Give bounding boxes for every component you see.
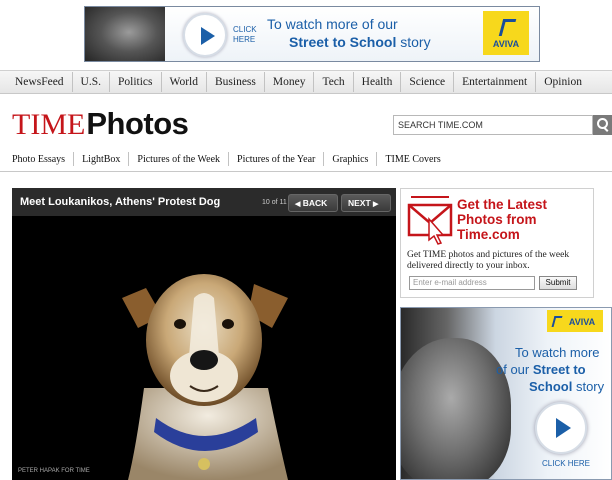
aviva-logo: AVIVA	[483, 11, 529, 55]
nav-item-newsfeed[interactable]: NewsFeed	[8, 72, 73, 92]
next-button[interactable]: NEXT ▶	[341, 194, 391, 212]
side-ad-line2-bold: Street to	[532, 362, 586, 377]
ad-text-line1: To watch more of our	[267, 16, 398, 32]
ad-child-photo-large	[401, 338, 511, 479]
subnav-item-time-covers[interactable]: TIME Covers	[377, 152, 448, 166]
envelope-icon	[407, 196, 453, 245]
nav-item-world[interactable]: World	[162, 72, 207, 92]
newsletter-headline: Get the Latest Photos from Time.com	[457, 197, 548, 242]
ad-text-rest: story	[396, 34, 431, 50]
chevron-left-icon: ◀	[295, 201, 301, 208]
gallery-counter: 10 of 11	[262, 199, 287, 206]
page: CLICK HERE To watch more of our Street t…	[0, 0, 612, 480]
nav-item-us[interactable]: U.S.	[73, 72, 110, 92]
side-ad-line3: School story	[529, 379, 604, 394]
nav-item-opinion[interactable]: Opinion	[536, 72, 590, 92]
ad-child-photo	[85, 7, 165, 61]
side-banner-ad[interactable]: AVIVA To watch more of our Street to Sch…	[400, 307, 612, 480]
subnav-item-lightbox[interactable]: LightBox	[74, 152, 130, 166]
nav-item-money[interactable]: Money	[265, 72, 315, 92]
side-ad-line2: of our Street to	[496, 362, 586, 377]
search-input[interactable]: SEARCH TIME.COM	[393, 115, 593, 135]
ad-text-bold: Street to School	[289, 34, 397, 50]
photos-subnav: Photo Essays LightBox Pictures of the We…	[0, 150, 612, 172]
newsletter-description: Get TIME photos and pictures of the week…	[407, 250, 570, 271]
newsletter-signup: Get the Latest Photos from Time.com Get …	[400, 188, 594, 298]
ad-click-here[interactable]: CLICK HERE	[233, 25, 261, 45]
photo-gallery: Meet Loukanikos, Athens' Protest Dog 10 …	[12, 188, 396, 480]
play-icon[interactable]	[183, 13, 227, 57]
dog-photo[interactable]	[116, 258, 296, 480]
nav-item-business[interactable]: Business	[207, 72, 265, 92]
next-button-label: NEXT	[348, 198, 371, 208]
back-button-label: BACK	[302, 198, 328, 208]
subnav-item-pictures-of-the-week[interactable]: Pictures of the Week	[129, 152, 230, 166]
subnav-item-graphics[interactable]: Graphics	[324, 152, 378, 166]
play-icon-large[interactable]	[535, 402, 587, 454]
aviva-logo-side: AVIVA	[547, 310, 603, 332]
side-ad-line3-rest: story	[572, 379, 605, 394]
time-photos-logo[interactable]: TIMEPhotos	[12, 106, 189, 142]
nav-item-entertainment[interactable]: Entertainment	[454, 72, 537, 92]
subnav-item-pictures-of-the-year[interactable]: Pictures of the Year	[229, 152, 325, 166]
side-ad-line1: To watch more	[515, 345, 600, 360]
side-ad-click-here[interactable]: CLICK HERE	[542, 459, 590, 468]
subnav-item-photo-essays[interactable]: Photo Essays	[4, 152, 75, 166]
side-ad-line2-pre: of our	[496, 362, 533, 377]
nav-item-health[interactable]: Health	[354, 72, 402, 92]
gallery-title: Meet Loukanikos, Athens' Protest Dog	[20, 196, 221, 208]
chevron-right-icon: ▶	[373, 201, 379, 208]
main-nav: NewsFeed U.S. Politics World Business Mo…	[0, 70, 612, 94]
top-banner-ad[interactable]: CLICK HERE To watch more of our Street t…	[84, 6, 540, 62]
nav-item-politics[interactable]: Politics	[110, 72, 162, 92]
logo-time: TIME	[12, 108, 86, 141]
ad-text-line2: Street to School story	[289, 34, 431, 50]
photo-credit: PETER HAPAK FOR TIME	[18, 468, 90, 474]
nav-item-science[interactable]: Science	[401, 72, 455, 92]
nav-item-tech[interactable]: Tech	[314, 72, 354, 92]
email-field[interactable]: Enter e-mail address	[409, 276, 535, 290]
submit-button[interactable]: Submit	[539, 276, 577, 290]
logo-photos: Photos	[86, 106, 189, 141]
side-ad-line3-bold: School	[529, 379, 573, 394]
back-button[interactable]: ◀ BACK	[288, 194, 338, 212]
search-icon[interactable]	[593, 115, 612, 135]
